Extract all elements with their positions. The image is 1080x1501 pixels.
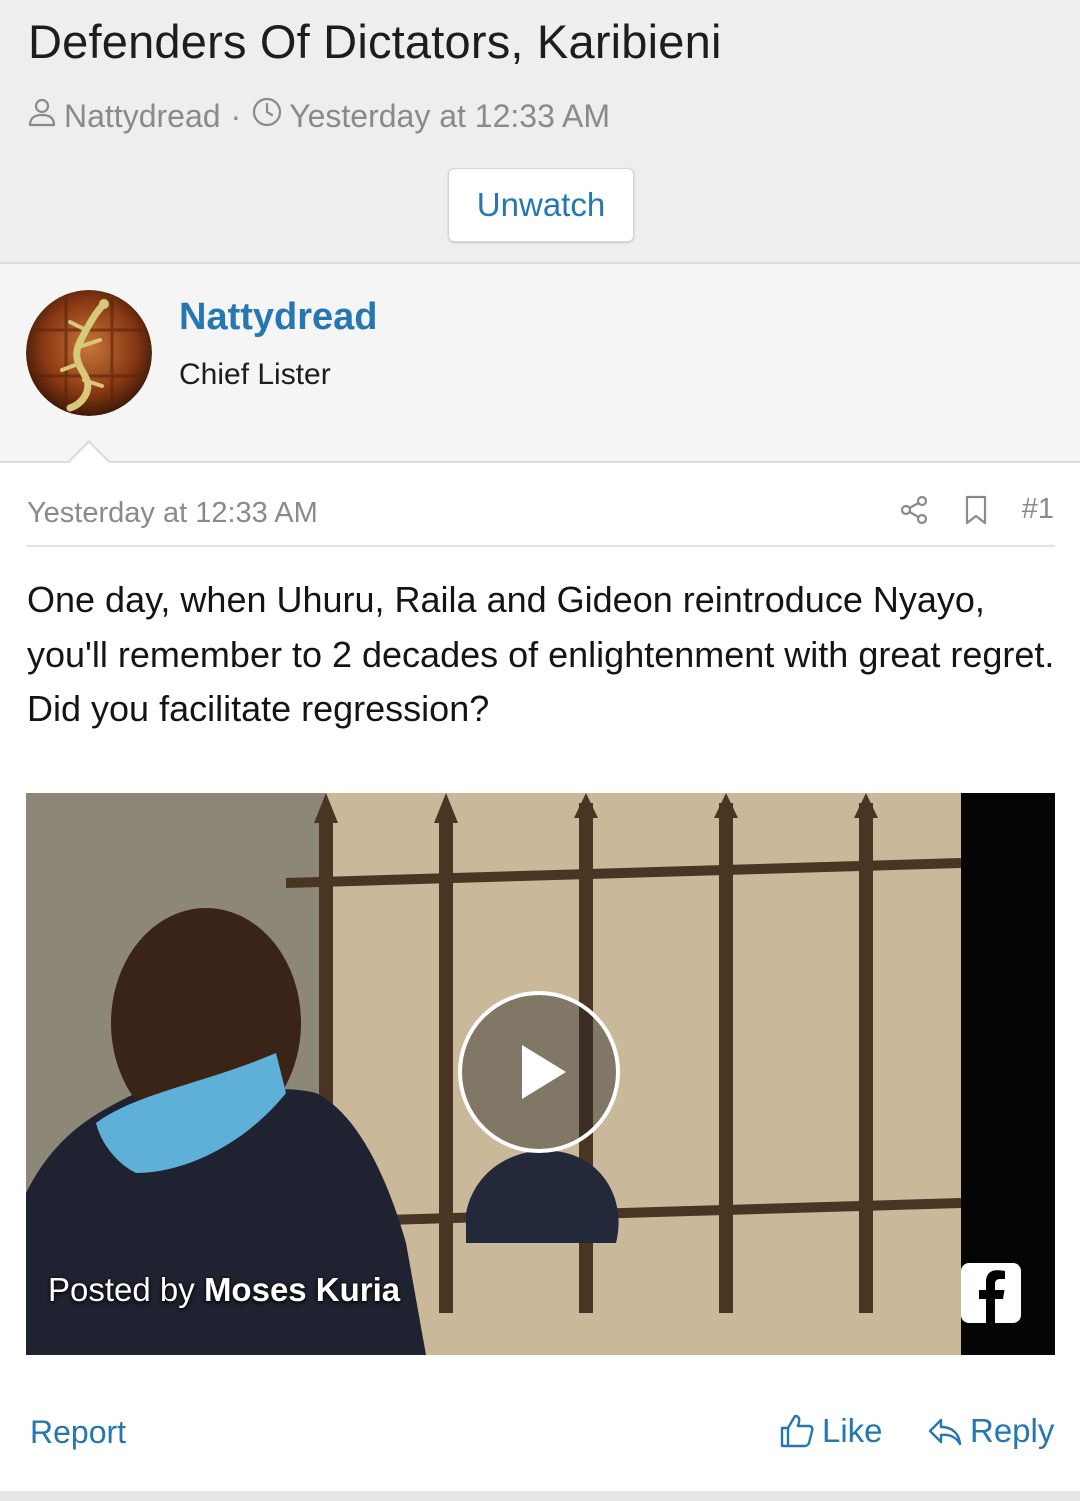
play-button[interactable]	[458, 991, 620, 1153]
post-footer: Report Like Reply	[0, 1408, 1080, 1468]
share-icon[interactable]	[898, 494, 930, 526]
caption-prefix: Posted by	[48, 1271, 204, 1308]
play-icon	[522, 1045, 566, 1099]
post-user-block: Nattydread Chief Lister	[0, 264, 1080, 460]
post-number-link[interactable]: #1	[1022, 493, 1054, 526]
like-button[interactable]: Like	[778, 1412, 883, 1450]
video-embed[interactable]: Posted by Moses Kuria	[26, 793, 1055, 1355]
facebook-icon[interactable]	[961, 1263, 1021, 1323]
post-divider	[26, 545, 1055, 547]
bookmark-icon[interactable]	[960, 494, 992, 526]
like-label: Like	[822, 1412, 883, 1449]
clock-icon	[251, 96, 289, 136]
bottom-divider	[0, 1491, 1080, 1501]
thread-author-link[interactable]: Nattydread	[64, 98, 221, 135]
post-tools: #1	[868, 493, 1054, 526]
meta-separator: ·	[230, 97, 242, 134]
post-text: One day, when Uhuru, Raila and Gideon re…	[27, 579, 1055, 729]
thread-title: Defenders Of Dictators, Karibieni	[28, 15, 722, 68]
user-icon	[26, 96, 64, 136]
username-link[interactable]: Nattydread	[179, 296, 378, 339]
post-body: Yesterday at 12:33 AM #1 One day, when U…	[0, 440, 1080, 1493]
post-date-link[interactable]: Yesterday at 12:33 AM	[27, 497, 318, 530]
unwatch-button[interactable]: Unwatch	[448, 168, 634, 242]
thread-header: Defenders Of Dictators, Karibieni Nattyd…	[0, 0, 1080, 264]
thread-meta: Nattydread · Yesterday at 12:33 AM	[26, 96, 610, 136]
reply-button[interactable]: Reply	[926, 1412, 1054, 1450]
video-caption: Posted by Moses Kuria	[48, 1271, 400, 1309]
thumbs-up-icon	[780, 1414, 814, 1448]
reply-label: Reply	[970, 1412, 1055, 1449]
thread-date-link[interactable]: Yesterday at 12:33 AM	[289, 98, 610, 135]
avatar[interactable]	[26, 290, 152, 416]
caption-name: Moses Kuria	[203, 1271, 401, 1308]
post-arrow-inner	[68, 443, 110, 464]
reply-icon	[928, 1418, 962, 1446]
report-link[interactable]: Report	[30, 1414, 126, 1451]
user-title: Chief Lister	[179, 358, 331, 391]
